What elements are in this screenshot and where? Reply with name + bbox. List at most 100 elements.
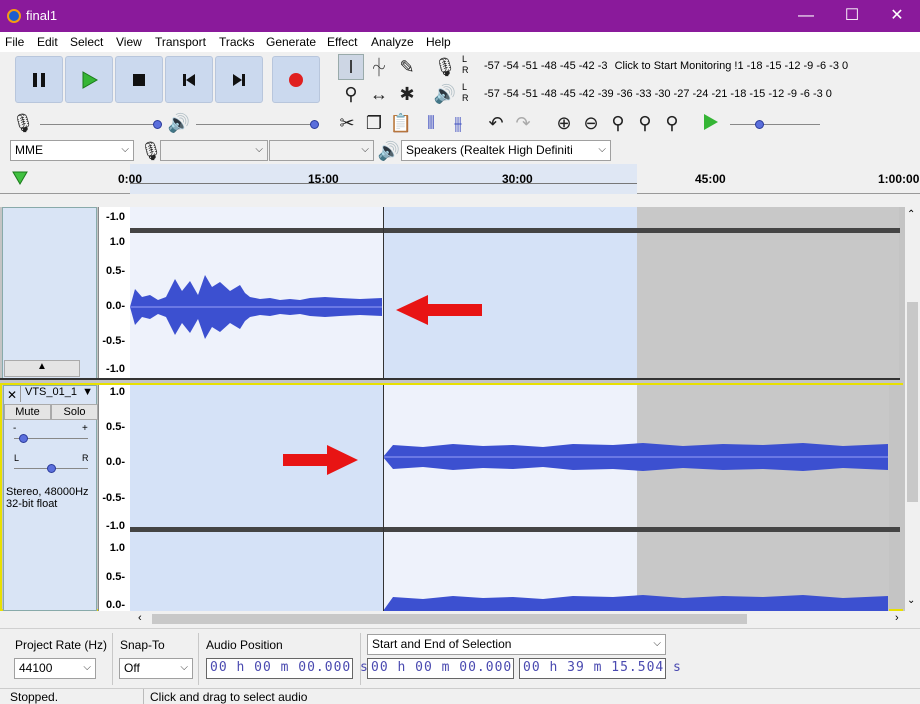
silence-audio-icon[interactable]: ⫵ [445,110,471,136]
menu-generate[interactable]: Generate [266,35,316,49]
horizontal-scrollbar[interactable]: ‹ › [130,611,905,627]
menu-select[interactable]: Select [70,35,103,49]
scale-label: 0.0- [106,300,125,312]
record-meter-scale-tail: !1 -18 -15 -12 -9 -6 -3 0 [734,60,849,72]
paste-icon[interactable]: 📋 [388,110,414,136]
close-window-button[interactable]: ✕ [874,0,920,32]
trim-audio-icon[interactable]: ⫴ [418,110,444,136]
playback-device-value: Speakers (Realtek High Definiti [406,143,573,157]
menu-tracks[interactable]: Tracks [219,35,255,49]
meter-l-label: L [462,82,468,92]
recording-channels-select[interactable]: ⌵ [269,140,374,161]
track-name: VTS_01_1 [25,386,77,398]
copy-icon[interactable]: ❐ [361,110,387,136]
zoom-in-icon[interactable]: ⊕ [551,110,577,136]
menu-help[interactable]: Help [426,35,451,49]
track-format-line1: Stereo, 48000Hz [6,486,89,498]
menu-view[interactable]: View [116,35,142,49]
selection-mode-select[interactable]: Start and End of Selection ⌵ [367,634,666,655]
track-name-menu[interactable]: VTS_01_1 ▼ [20,386,96,402]
scale-label: -0.5- [102,492,125,504]
play-speed-slider[interactable] [730,124,820,125]
collapse-track-button[interactable]: ▲ [4,360,80,377]
pan-knob[interactable] [47,464,56,473]
track2-audio-clip [383,443,888,471]
maximize-button[interactable]: ☐ [829,0,875,32]
horizontal-scroll-thumb[interactable] [152,614,747,624]
record-meter-mic-icon[interactable]: 🎙 [432,54,458,80]
pause-button[interactable] [15,56,63,103]
vertical-scroll-thumb[interactable] [907,302,918,502]
redo-icon[interactable]: ↷ [510,110,536,136]
menu-analyze[interactable]: Analyze [371,35,414,49]
track2-selection-before[interactable] [130,385,383,611]
status-bar: Stopped. Click and drag to select audio [0,688,920,704]
track2-past-end[interactable] [637,385,889,611]
play-button[interactable] [65,56,113,103]
gain-knob[interactable] [19,434,28,443]
recording-device-select[interactable]: ⌵ [160,140,268,161]
fit-selection-icon[interactable]: ⚲ [605,110,631,136]
track2-waveform[interactable] [383,385,637,611]
zoom-toggle-icon[interactable]: ⚲ [659,110,685,136]
zoom-tool-icon[interactable]: ⚲ [338,81,364,107]
track-close-button[interactable]: ✕ [7,388,17,402]
cut-icon[interactable]: ✂ [334,110,360,136]
time-shift-tool-icon[interactable]: ↔ [366,81,392,107]
audio-host-select[interactable]: MME ⌵ [10,140,134,161]
recording-volume-slider[interactable] [40,124,160,125]
track2-control-panel[interactable]: ✕ VTS_01_1 ▼ Mute Solo - + L R Stereo, 48… [3,385,98,611]
play-meter-lr: LR [462,82,469,104]
recording-volume-knob[interactable] [153,120,162,129]
record-meter-prompt[interactable]: Click to Start Monitoring [615,60,732,72]
playback-meter-speaker-icon[interactable]: 🔊 [432,81,458,107]
tracks-area[interactable]: ▲ -1.0 1.0 0.5- 0.0- -0.5- -1.0 ✕ VTS_01… [0,207,905,611]
minimize-button[interactable]: — [783,0,829,32]
fit-project-icon[interactable]: ⚲ [632,110,658,136]
record-icon [289,72,303,87]
playback-device-select[interactable]: Speakers (Realtek High Definiti ⌵ [401,140,611,161]
track2-vertical-scale[interactable]: 1.0 0.5- 0.0- -0.5- -1.0 1.0 0.5- 0.0- [98,385,130,611]
scroll-down-icon[interactable]: ⌄ [907,595,915,606]
skip-to-start-button[interactable] [165,56,213,103]
envelope-tool-icon[interactable]: ⏆ [366,54,392,80]
play-at-speed-button[interactable] [700,112,720,135]
solo-button[interactable]: Solo [51,404,98,420]
selection-toolbar: Project Rate (Hz) 44100 ⌵ Snap-To Off ⌵ Au… [0,628,920,688]
divider [112,633,113,685]
snap-to-select[interactable]: Off ⌵ [119,658,193,679]
undo-icon[interactable]: ↶ [483,110,509,136]
record-button[interactable] [272,56,320,103]
scroll-left-icon[interactable]: ‹ [138,612,142,624]
track-format-line2: 32-bit float [6,498,58,510]
selection-end-field[interactable]: 00 h 39 m 15.504 s [519,658,681,679]
ruler-selection-bar [130,183,637,191]
stop-button[interactable] [115,56,163,103]
track1-vertical-scale[interactable]: -1.0 1.0 0.5- 0.0- -0.5- -1.0 [98,207,130,379]
multi-tool-icon[interactable]: ✱ [394,81,420,107]
draw-tool-icon[interactable]: ✎ [394,54,420,80]
skip-to-end-button[interactable] [215,56,263,103]
playback-volume-knob[interactable] [310,120,319,129]
menu-effect[interactable]: Effect [327,35,357,49]
scroll-up-icon[interactable]: ⌃ [907,209,915,220]
menu-transport[interactable]: Transport [155,35,206,49]
play-speed-knob[interactable] [755,120,764,129]
audio-position-field[interactable]: 00 h 00 m 00.000 s [206,658,368,679]
scroll-right-icon[interactable]: › [895,612,899,624]
zoom-out-icon[interactable]: ⊖ [578,110,604,136]
menu-file[interactable]: File [5,35,24,49]
project-rate-select[interactable]: 44100 ⌵ [14,658,96,679]
playback-meter[interactable]: -57 -54 -51 -48 -45 -42 -39 -36 -33 -30 … [484,88,832,100]
selection-tool-icon[interactable]: I [338,54,364,80]
vertical-scrollbar[interactable]: ⌃ ⌄ [905,207,920,611]
mute-button[interactable]: Mute [4,404,51,420]
selection-start-field[interactable]: 00 h 00 m 00.000 s [367,658,529,679]
timeline-ruler[interactable]: 0:00 15:00 30:00 45:00 1:00:00 [0,164,920,194]
pan-right-label: R [82,453,89,463]
pinned-play-head-button[interactable] [10,168,30,191]
track1-control-panel[interactable]: ▲ [2,207,97,379]
menu-edit[interactable]: Edit [37,35,58,49]
record-meter[interactable]: -57 -54 -51 -48 -45 -42 -3 Click to Star… [484,60,848,72]
playback-volume-slider[interactable] [196,124,316,125]
